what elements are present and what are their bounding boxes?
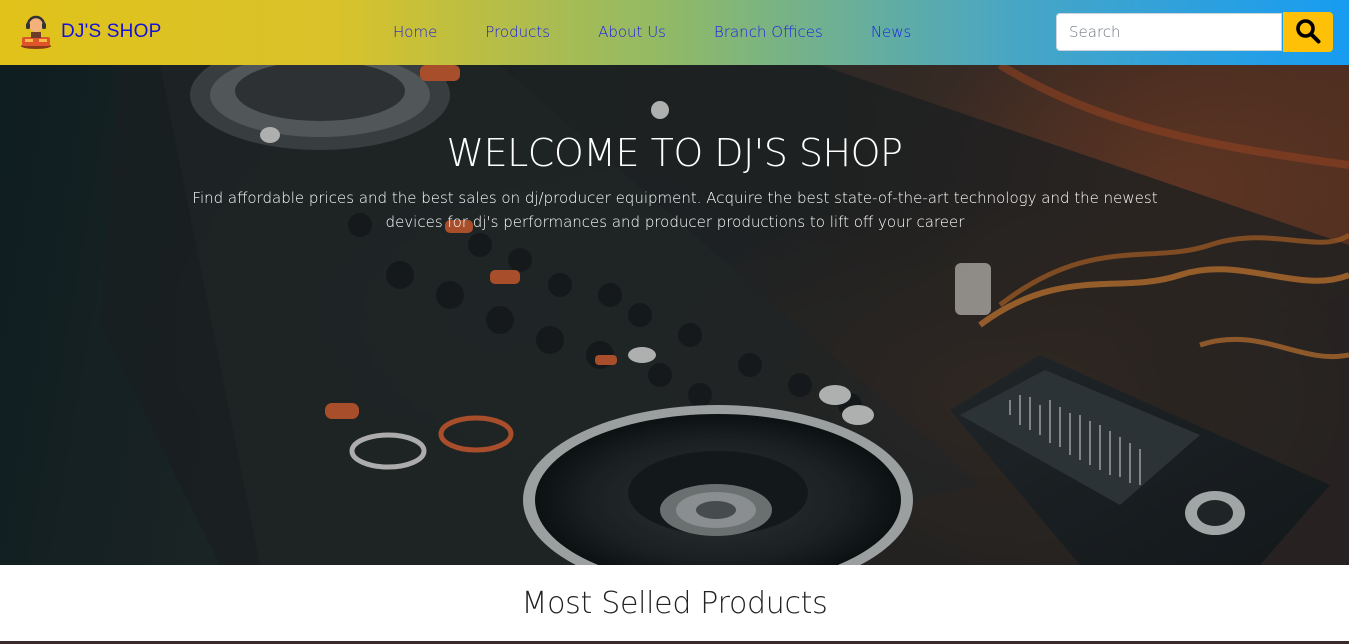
search-icon: [1295, 18, 1321, 47]
navbar: DJ'S SHOP Home Products About Us Branch …: [0, 0, 1349, 65]
brand-link[interactable]: DJ'S SHOP: [20, 14, 161, 50]
nav-link-branch-offices[interactable]: Branch Offices: [698, 21, 823, 43]
nav-links: Home Products About Us Branch Offices Ne…: [377, 21, 943, 43]
nav-link-products[interactable]: Products: [469, 21, 550, 43]
nav-link-news[interactable]: News: [855, 21, 912, 43]
brand-name: DJ'S SHOP: [61, 21, 162, 42]
search-button[interactable]: [1283, 12, 1333, 52]
dj-logo-icon: [20, 15, 52, 49]
nav-link-home[interactable]: Home: [377, 21, 437, 43]
hero-description: Find affordable prices and the best sale…: [192, 189, 1158, 231]
hero-banner: WELCOME TO DJ'S SHOP Find affordable pri…: [0, 65, 1349, 565]
nav-link-about-us[interactable]: About Us: [582, 21, 666, 43]
hero-title: WELCOME TO DJ'S SHOP: [446, 131, 903, 175]
search-input[interactable]: [1056, 13, 1282, 51]
most-selled-products-heading: Most Selled Products: [521, 586, 828, 621]
